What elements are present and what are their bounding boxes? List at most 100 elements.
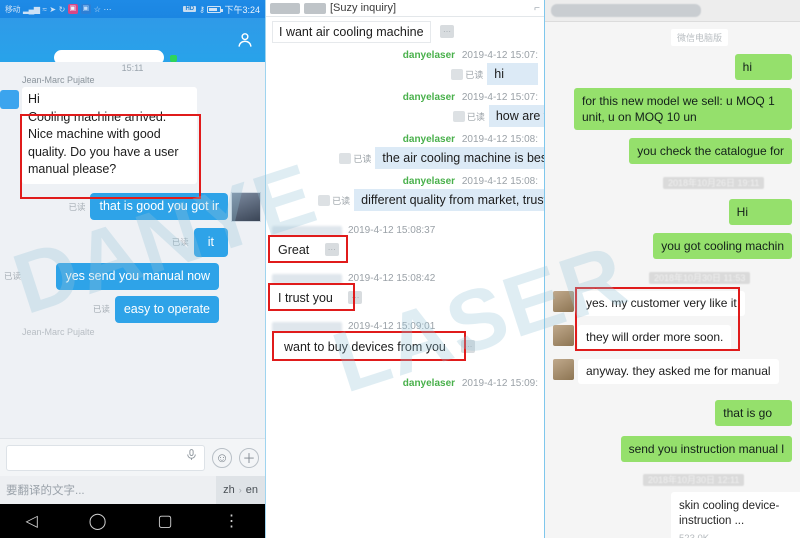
file-attachment-card[interactable]: skin cooling device-instruction ... 523.… (671, 492, 800, 538)
message-time: 2019-4-12 15:08: (461, 176, 538, 187)
outgoing-message-row[interactable]: Hi (553, 199, 792, 225)
outgoing-message-row[interactable]: 已读 that is good you got ir (0, 191, 265, 222)
status-bar-right-icons: HD ⚷ 下午3:24 (183, 3, 260, 16)
message-menu-icon[interactable] (339, 152, 352, 164)
message-menu-icon[interactable] (318, 194, 331, 206)
translate-input[interactable]: 要翻译的文字... (6, 482, 85, 498)
outgoing-message-bubble[interactable]: easy to operate (114, 295, 219, 323)
incoming-message-bubble[interactable]: they will order more soon. (578, 325, 732, 350)
outgoing-message-row[interactable]: you check the catalogue for (553, 138, 792, 164)
overflow-menu-icon[interactable]: ⋮ (224, 511, 240, 531)
avatar (231, 191, 261, 222)
plus-icon[interactable]: ＋ (239, 447, 259, 468)
back-triangle-icon[interactable]: ◁ (25, 511, 37, 531)
lang-to[interactable]: en (246, 484, 258, 496)
hd-badge: HD (183, 6, 197, 12)
phone-message-list[interactable]: 15:11 Jean-Marc Pujalte Hi Cooling machi… (0, 62, 265, 438)
message-input-bar[interactable]: ☺ ＋ (0, 438, 265, 476)
message-time: 2019-4-12 15:09:01 (348, 321, 436, 332)
incoming-message-body: Cooling machine arrived. Nice machine wi… (28, 109, 179, 177)
outgoing-message-bubble[interactable]: that is go (715, 400, 792, 426)
incoming-message-bubble[interactable]: anyway. they asked me for manual (578, 359, 779, 384)
avatar (0, 90, 19, 109)
outgoing-message-row[interactable]: 已读 easy to operate (0, 295, 265, 323)
incoming-message-row[interactable]: anyway. they asked me for manual (553, 359, 792, 384)
middle-message-list[interactable]: I want air cooling machine ⋯ danyelaser … (266, 17, 544, 389)
android-nav-bar[interactable]: ◁ ◯ ▢ ⋮ (0, 504, 265, 538)
outgoing-message-row[interactable]: 已读 how are yo (272, 105, 544, 127)
incoming-message-row[interactable]: want to buy devices from you ⋯ (272, 331, 538, 361)
emoji-smiley-icon[interactable]: ☺ (212, 447, 232, 468)
recents-square-icon[interactable]: ▢ (157, 511, 172, 531)
translate-bar[interactable]: 要翻译的文字... zh › en (0, 476, 265, 504)
outgoing-message-bubble[interactable]: that is good you got ir (90, 193, 228, 220)
read-receipt: 已读 (451, 68, 483, 81)
app-blue-icon: ▣ (80, 4, 91, 14)
read-receipt: 已读 (92, 304, 110, 314)
outgoing-message-bubble[interactable]: it (193, 227, 228, 257)
message-menu-icon[interactable]: ⋯ (348, 291, 363, 305)
outgoing-message-bubble[interactable]: you check the catalogue for (629, 138, 792, 164)
outgoing-message-bubble[interactable]: Hi (728, 199, 792, 225)
language-switcher[interactable]: zh › en (216, 476, 265, 504)
outgoing-message-bubble[interactable]: how are yo (488, 105, 544, 127)
incoming-message-row[interactable]: they will order more soon. (553, 325, 792, 350)
signal-icon: ▂▄▆ (23, 4, 40, 14)
lang-from[interactable]: zh (223, 484, 235, 496)
key-icon: ⚷ (199, 4, 205, 14)
outgoing-message-row[interactable]: 已读 the air cooling machine is best u (272, 147, 544, 169)
outgoing-message-row[interactable]: you got cooling machin (553, 233, 792, 259)
outgoing-message-bubble[interactable]: the air cooling machine is best u (375, 147, 544, 169)
incoming-message-row[interactable]: Great ⋯ (268, 235, 538, 263)
incoming-message-bubble[interactable]: I want air cooling machine (272, 21, 431, 43)
read-receipt: 已读 (68, 201, 86, 212)
message-menu-icon[interactable]: ⋯ (439, 25, 454, 39)
redaction-bar (551, 4, 701, 17)
message-input[interactable] (6, 444, 205, 471)
location-icon: ➤ (49, 4, 56, 14)
outgoing-message-bubble[interactable]: different quality from market, trust m (354, 189, 544, 211)
redaction-bar (270, 2, 300, 14)
chat-header (0, 18, 265, 65)
message-menu-icon[interactable] (452, 110, 465, 122)
outgoing-message-bubble[interactable]: hi (734, 54, 792, 80)
incoming-message-bubble[interactable]: want to buy devices from you (278, 336, 452, 358)
incoming-message-row[interactable]: I trust you ⋯ (268, 283, 538, 311)
home-circle-icon[interactable]: ◯ (89, 511, 107, 531)
outgoing-message-row[interactable]: 已读 yes send you manual now (0, 262, 265, 290)
outgoing-message-row[interactable]: hi (553, 54, 792, 80)
contact-profile-icon[interactable] (225, 30, 265, 50)
message-time: 2019-4-12 15:09: (461, 378, 538, 389)
outgoing-message-bubble[interactable]: you got cooling machin (653, 233, 792, 259)
right-message-list[interactable]: 微信电脑版 hi for this new model we sell: u M… (545, 22, 800, 538)
message-meta: danyelaser 2019-4-12 15:07: (272, 92, 538, 103)
microphone-icon[interactable] (185, 447, 198, 468)
outgoing-message-bubble[interactable]: send you instruction manual l (620, 436, 792, 462)
message-meta: danyelaser 2019-4-12 15:07: (272, 50, 538, 61)
outgoing-message-row[interactable]: that is go (553, 400, 792, 426)
battery-icon (207, 5, 224, 13)
chevron-right-icon: › (238, 485, 242, 495)
incoming-message-bubble[interactable]: Hi Cooling machine arrived. Nice machine… (22, 87, 197, 184)
outgoing-message-row[interactable]: 已读 different quality from market, trust … (272, 189, 544, 211)
incoming-message-row[interactable]: yes. my customer very like it (553, 291, 792, 316)
incoming-message-greeting: Hi (28, 92, 40, 106)
message-menu-icon[interactable]: ⋯ (461, 340, 476, 354)
incoming-message-bubble[interactable]: I trust you (272, 287, 339, 309)
incoming-message-bubble[interactable]: yes. my customer very like it (578, 291, 745, 316)
outgoing-message-row[interactable]: 已读 hi (272, 63, 538, 85)
message-meta: 2019-4-12 15:08:37 (272, 225, 538, 236)
outgoing-message-row[interactable]: 已读 it (0, 227, 265, 257)
expand-icon[interactable]: ⌐ (534, 3, 540, 14)
message-menu-icon[interactable]: ⋯ (324, 243, 339, 257)
incoming-message-row[interactable]: I want air cooling machine ⋯ (272, 21, 538, 43)
incoming-message-bubble[interactable]: Great (272, 239, 316, 261)
outgoing-message-row[interactable]: send you instruction manual l (553, 436, 792, 462)
outgoing-message-bubble[interactable]: yes send you manual now (56, 262, 219, 290)
message-meta: 2019-4-12 15:08:42 (272, 273, 538, 284)
outgoing-message-row[interactable]: for this new model we sell: u MOQ 1 unit… (553, 88, 792, 130)
avatar (553, 359, 574, 380)
outgoing-message-bubble[interactable]: hi (487, 63, 538, 85)
message-menu-icon[interactable] (451, 68, 464, 80)
outgoing-message-bubble[interactable]: for this new model we sell: u MOQ 1 unit… (574, 88, 792, 130)
